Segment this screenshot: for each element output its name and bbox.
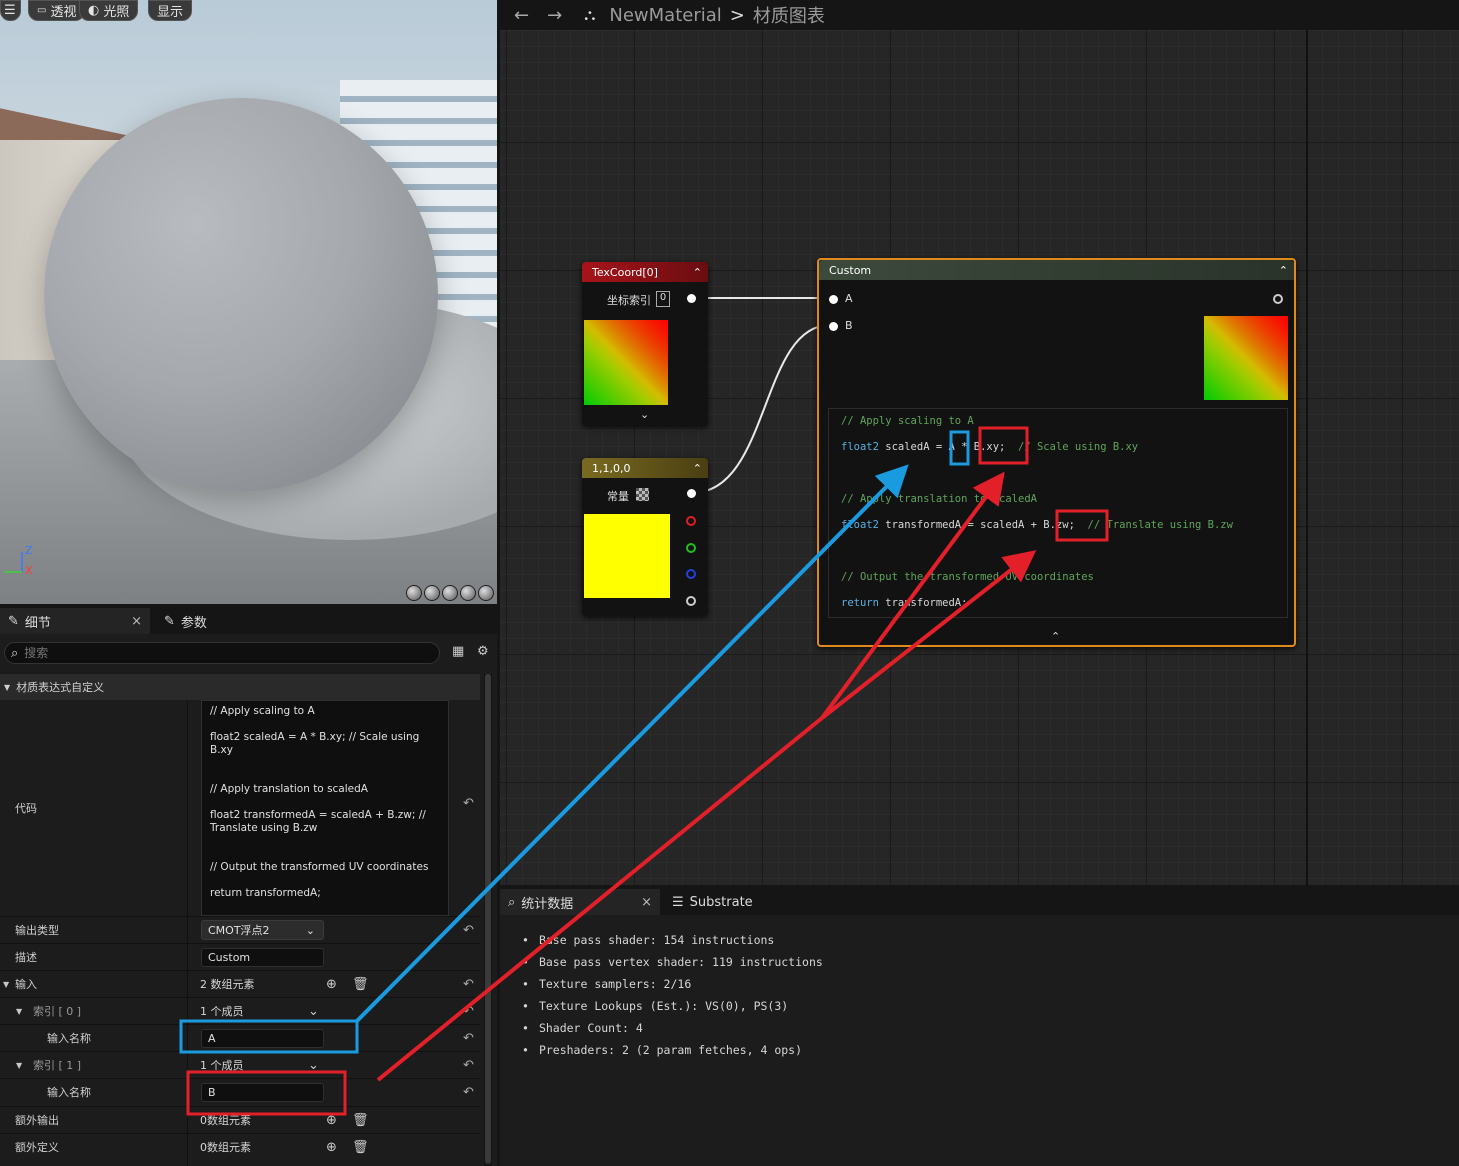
stats-panel: ⌕ 统计数据 × ☰ Substrate • Base pass shader: …	[500, 885, 1459, 1166]
custom-code-line: float2 transformedA = scaledA + B.zw; //…	[841, 519, 1233, 531]
stats-icon: ⌕	[508, 894, 516, 910]
custom-code-line: return transformedA;	[841, 597, 968, 609]
output-type-dropdown[interactable]: CMOT浮点2 ⌄	[201, 920, 324, 940]
list-icon: ☰	[672, 894, 684, 910]
bullet-icon: •	[522, 955, 529, 969]
constant-node-header[interactable]: 1,1,0,0 ⌃	[582, 458, 708, 478]
stat-line: • Texture samplers: 2/16	[522, 977, 823, 999]
stats-tabbar: ⌕ 统计数据 × ☰ Substrate	[500, 885, 1459, 915]
custom-preview	[1204, 316, 1288, 400]
bullet-icon: •	[522, 933, 529, 947]
custom-code-line: float2 scaledA = A * B.xy; // Scale usin…	[841, 441, 1139, 453]
reset-icon[interactable]: ↶	[463, 923, 474, 938]
extra-defines-row: 额外定义 0数组元素 ⊕ 🗑	[0, 1133, 480, 1160]
constant-output-pin[interactable]	[687, 489, 696, 498]
reset-icon[interactable]: ↶	[463, 1058, 474, 1073]
texcoord-preview	[584, 320, 668, 405]
reset-icon[interactable]: ↶	[463, 1031, 474, 1046]
custom-code-line: // Apply scaling to A	[841, 415, 974, 427]
collapse-icon[interactable]: ⌃	[1279, 264, 1288, 277]
stat-line: • Texture Lookups (Est.): VS(0), PS(3)	[522, 999, 823, 1021]
collapse-icon[interactable]: ⌃	[693, 462, 702, 475]
bullet-icon: •	[522, 1021, 529, 1035]
expand-icon[interactable]: ⌄	[640, 408, 649, 421]
constant-node[interactable]: 1,1,0,0 ⌃ 常量	[582, 458, 708, 616]
custom-code-line: // Output the transformed UV coordinates	[841, 571, 1094, 583]
stat-line: • Base pass vertex shader: 119 instructio…	[522, 955, 823, 977]
description-row: 描述 Custom	[0, 943, 480, 970]
trash-icon[interactable]: 🗑	[352, 1113, 369, 1128]
chevron-down-icon[interactable]: ▼	[3, 980, 9, 989]
custom-output-pin[interactable]	[1273, 294, 1283, 304]
custom-input-b-pin[interactable]	[829, 322, 838, 331]
red-output-pin[interactable]	[686, 516, 696, 526]
trash-icon[interactable]: 🗑	[352, 977, 369, 992]
texcoord-node-header[interactable]: TexCoord[0] ⌃	[582, 262, 708, 282]
custom-code-area[interactable]: // Apply scaling to A float2 scaledA = A …	[828, 408, 1288, 618]
chevron-down-icon[interactable]: ⌄	[308, 1004, 319, 1019]
stats-list: • Base pass shader: 154 instructions • Base…	[522, 933, 823, 1065]
tab-stats[interactable]: ⌕ 统计数据 ×	[500, 889, 660, 915]
output-type-row: 输出类型 CMOT浮点2 ⌄ ↶	[0, 916, 480, 943]
texcoord-output-pin[interactable]	[687, 294, 696, 303]
constant-preview	[584, 514, 670, 598]
custom-node-header[interactable]: Custom ⌃	[819, 260, 1294, 280]
bullet-icon: •	[522, 1043, 529, 1057]
blue-output-pin[interactable]	[686, 569, 696, 579]
bullet-icon: •	[522, 977, 529, 991]
index1-row: ▼ 索引 [ 1 ] 1 个成员 ⌄ ↶	[0, 1051, 480, 1078]
close-icon[interactable]: ×	[641, 895, 652, 910]
add-element-icon[interactable]: ⊕	[326, 1113, 337, 1128]
inputs-row: ▼ 输入 2 数组元素 ⊕ 🗑 ↶	[0, 970, 480, 997]
texcoord-node[interactable]: TexCoord[0] ⌃ 坐标索引 0 ⌄	[582, 262, 708, 426]
input-name-b-field[interactable]: B	[201, 1082, 324, 1102]
green-output-pin[interactable]	[686, 543, 696, 553]
chevron-down-icon[interactable]: ⌄	[308, 1058, 319, 1073]
reset-icon[interactable]: ↶	[463, 1004, 474, 1019]
alpha-output-pin[interactable]	[686, 596, 696, 606]
trash-icon[interactable]: 🗑	[352, 1140, 369, 1155]
input-name-b-row: 输入名称 B ↶	[0, 1078, 480, 1105]
stat-line: • Preshaders: 2 (2 param fetches, 4 ops)	[522, 1043, 823, 1065]
reset-icon[interactable]: ↶	[463, 1085, 474, 1100]
extra-outputs-row: 额外输出 0数组元素 ⊕ 🗑	[0, 1106, 480, 1133]
stat-line: • Base pass shader: 154 instructions	[522, 933, 823, 955]
custom-code-line: // Apply translation to scaledA	[841, 493, 1037, 505]
add-element-icon[interactable]: ⊕	[326, 977, 337, 992]
code-line: return transformedA;	[210, 887, 321, 899]
chevron-down-icon[interactable]: ▼	[16, 1061, 22, 1070]
reset-icon[interactable]: ↶	[463, 977, 474, 992]
add-element-icon[interactable]: ⊕	[326, 1140, 337, 1155]
bullet-icon: •	[522, 999, 529, 1013]
collapse-icon[interactable]: ⌃	[1051, 630, 1060, 643]
stat-line: • Shader Count: 4	[522, 1021, 823, 1043]
collapse-icon[interactable]: ⌃	[693, 266, 702, 279]
description-field[interactable]: Custom	[201, 947, 324, 967]
input-name-a-row: 输入名称 A ↶	[0, 1024, 480, 1051]
coord-index-field[interactable]: 0	[656, 291, 670, 307]
index0-row: ▼ 索引 [ 0 ] 1 个成员 ⌄ ↶	[0, 997, 480, 1024]
chevron-down-icon[interactable]: ▼	[16, 1007, 22, 1016]
custom-input-a-pin[interactable]	[829, 295, 838, 304]
tab-substrate[interactable]: ☰ Substrate	[664, 889, 761, 915]
custom-node[interactable]: Custom ⌃ A B // Apply scaling to Afloat2…	[817, 258, 1296, 647]
chevron-down-icon: ⌄	[305, 923, 315, 937]
color-swatch-icon[interactable]	[636, 488, 649, 501]
input-name-a-field[interactable]: A	[201, 1028, 324, 1048]
